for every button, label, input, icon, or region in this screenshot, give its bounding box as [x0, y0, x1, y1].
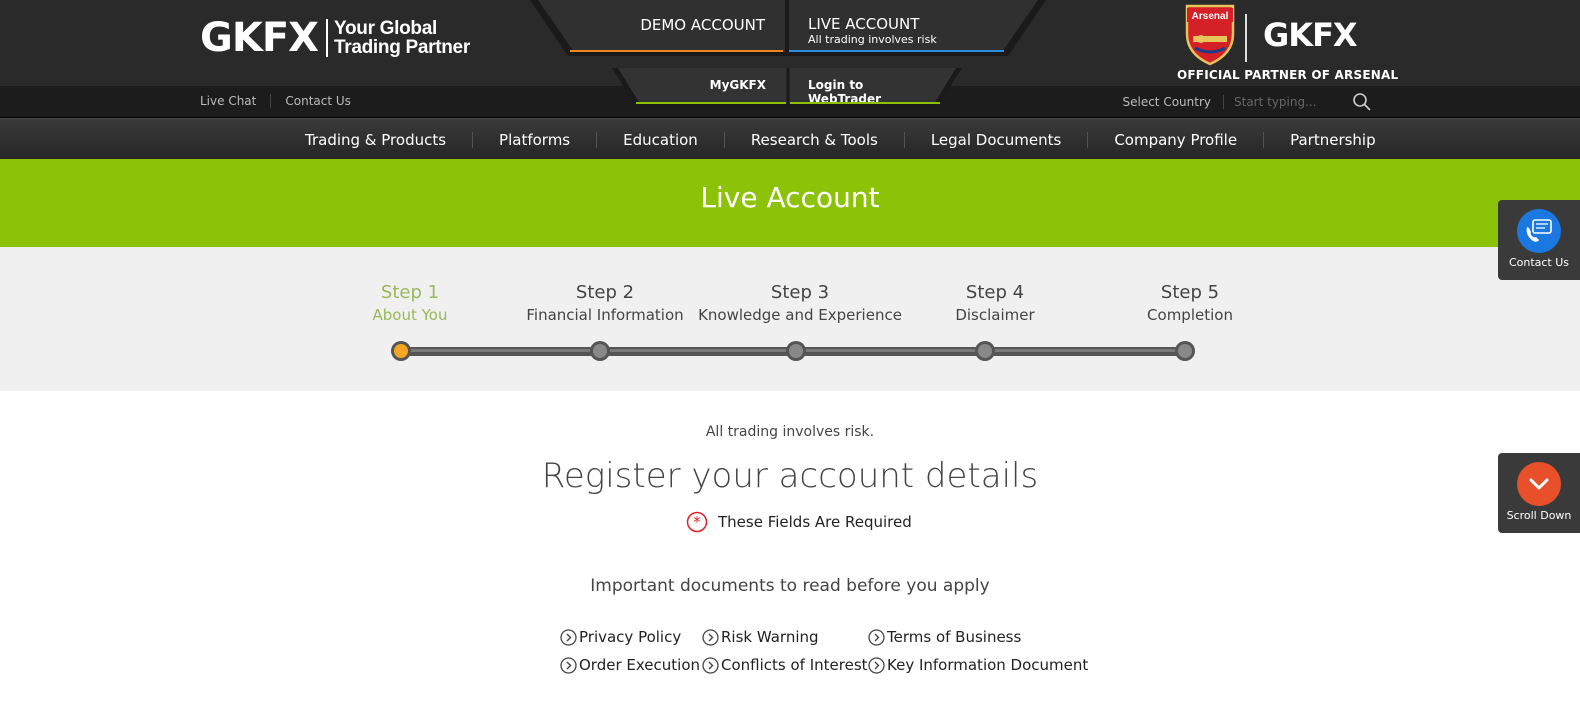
- logo-divider: [326, 19, 328, 57]
- nav-divider: [596, 131, 598, 148]
- step-4-node: [975, 341, 995, 361]
- doc-link-label: Terms of Business: [887, 628, 1022, 646]
- doc-privacy-policy[interactable]: Privacy Policy: [560, 628, 681, 646]
- step-4[interactable]: Step 4 Disclaimer: [955, 281, 1034, 325]
- doc-link-label: Risk Warning: [721, 628, 819, 646]
- logo-tagline-line1: Your Global: [334, 18, 437, 39]
- nav-divider: [1087, 131, 1089, 148]
- partner-divider: [1245, 14, 1247, 62]
- gkfx-logo[interactable]: GKFX Your Global Trading Partner: [200, 16, 470, 60]
- nav-divider: [723, 131, 725, 148]
- mini-tabs: MyGKFX Login to WebTrader: [612, 68, 962, 106]
- nav-education[interactable]: Education: [610, 131, 711, 149]
- required-fields-note: * These Fields Are Required: [686, 511, 912, 533]
- doc-link-label: Privacy Policy: [579, 628, 682, 646]
- live-account-sublabel: All trading involves risk: [808, 33, 937, 46]
- chevron-circle-icon: [702, 656, 719, 674]
- logo-mark: GKFX: [200, 15, 319, 61]
- step-5-node: [1175, 341, 1195, 361]
- account-tabs: DEMO ACCOUNT LIVE ACCOUNT All trading in…: [530, 0, 1046, 58]
- chevron-down-icon: [1517, 462, 1561, 506]
- contact-us-link[interactable]: Contact Us: [270, 94, 365, 108]
- step-3[interactable]: Step 3 Knowledge and Experience: [698, 281, 902, 325]
- scroll-down-label: Scroll Down: [1506, 509, 1572, 522]
- step-name: Knowledge and Experience: [698, 306, 902, 324]
- mygkfx-tab[interactable]: MyGKFX: [636, 78, 786, 104]
- contact-icon: [1517, 209, 1561, 253]
- nav-research-tools[interactable]: Research & Tools: [738, 131, 891, 149]
- select-country-dropdown[interactable]: Select Country: [1122, 95, 1224, 109]
- step-1[interactable]: Step 1 About You: [373, 281, 448, 325]
- scroll-down-float-button[interactable]: Scroll Down: [1498, 453, 1580, 533]
- required-asterisk-icon: *: [686, 511, 708, 533]
- svg-text:*: *: [693, 513, 701, 531]
- main-nav-items: Trading & Products Platforms Education R…: [292, 119, 1389, 160]
- chevron-circle-icon: [868, 656, 885, 674]
- arsenal-crest-icon: Arsenal: [1185, 4, 1235, 66]
- step-number: Step 5: [1160, 282, 1220, 303]
- step-number: Step 4: [965, 282, 1025, 303]
- nav-divider: [1263, 131, 1265, 148]
- live-account-tab[interactable]: LIVE ACCOUNT All trading involves risk: [789, 0, 1004, 52]
- required-text: These Fields Are Required: [718, 513, 912, 531]
- chevron-circle-icon: [560, 656, 577, 674]
- step-3-node: [786, 341, 806, 361]
- step-5[interactable]: Step 5 Completion: [1147, 281, 1233, 325]
- nav-divider: [903, 131, 905, 148]
- step-name: Financial Information: [526, 306, 684, 324]
- search-input[interactable]: [1234, 95, 1344, 109]
- nav-partnership[interactable]: Partnership: [1277, 131, 1389, 149]
- progress-steps: Step 1 About You Step 2 Financial Inform…: [0, 247, 1580, 391]
- documents-heading: Important documents to read before you a…: [590, 576, 990, 596]
- live-chat-link[interactable]: Live Chat: [200, 94, 270, 108]
- step-2[interactable]: Step 2 Financial Information: [526, 281, 683, 325]
- logo-tagline: Your Global Trading Partner: [334, 19, 470, 57]
- register-heading: Register your account details: [541, 456, 1039, 496]
- demo-account-tab[interactable]: DEMO ACCOUNT: [570, 0, 783, 52]
- doc-link-label: Key Information Document: [887, 656, 1089, 674]
- doc-risk-warning[interactable]: Risk Warning: [702, 628, 819, 646]
- step-name: Disclaimer: [955, 306, 1035, 324]
- nav-divider: [472, 131, 474, 148]
- risk-notice: All trading involves risk.: [705, 424, 875, 440]
- step-name: About You: [372, 306, 448, 324]
- webtrader-login-tab[interactable]: Login to WebTrader: [790, 78, 940, 106]
- step-number: Step 3: [770, 282, 830, 303]
- partner-gkfx-logo: GKFX: [1263, 16, 1358, 54]
- doc-link-label: Order Execution: [579, 656, 701, 674]
- doc-order-execution[interactable]: Order Execution: [560, 656, 700, 674]
- chevron-circle-icon: [868, 628, 885, 646]
- step-number: Step 1: [380, 282, 440, 303]
- nav-legal-documents[interactable]: Legal Documents: [918, 131, 1075, 149]
- contact-us-label: Contact Us: [1508, 256, 1570, 269]
- live-account-label: LIVE ACCOUNT: [808, 15, 920, 33]
- utility-links: Live Chat Contact Us: [200, 94, 365, 108]
- chevron-circle-icon: [702, 628, 719, 646]
- crest-text: Arsenal: [1192, 11, 1229, 22]
- chevron-circle-icon: [560, 628, 577, 646]
- step-1-node: [391, 341, 411, 361]
- search-icon[interactable]: [1352, 92, 1372, 112]
- page-title: Live Account: [700, 181, 880, 214]
- nav-platforms[interactable]: Platforms: [486, 131, 583, 149]
- nav-trading-products[interactable]: Trading & Products: [292, 131, 459, 149]
- doc-terms-of-business[interactable]: Terms of Business: [868, 628, 1021, 646]
- country-search: Select Country: [1122, 92, 1372, 112]
- contact-us-float-button[interactable]: Contact Us: [1498, 200, 1580, 280]
- logo-tagline-line2: Trading Partner: [334, 37, 470, 58]
- doc-key-information-document[interactable]: Key Information Document: [868, 656, 1088, 674]
- step-number: Step 2: [575, 282, 635, 303]
- step-2-node: [590, 341, 610, 361]
- doc-link-label: Conflicts of Interest: [721, 656, 868, 674]
- step-name: Completion: [1147, 306, 1233, 324]
- main-navigation: Trading & Products Platforms Education R…: [0, 118, 1580, 159]
- doc-conflicts-of-interest[interactable]: Conflicts of Interest: [702, 656, 868, 674]
- nav-company-profile[interactable]: Company Profile: [1101, 131, 1250, 149]
- partner-caption: OFFICIAL PARTNER OF ARSENAL: [1177, 68, 1399, 82]
- arsenal-partner[interactable]: Arsenal GKFX OFFICIAL PARTNER OF ARSENAL: [1177, 4, 1398, 84]
- page-banner: Live Account: [0, 159, 1580, 247]
